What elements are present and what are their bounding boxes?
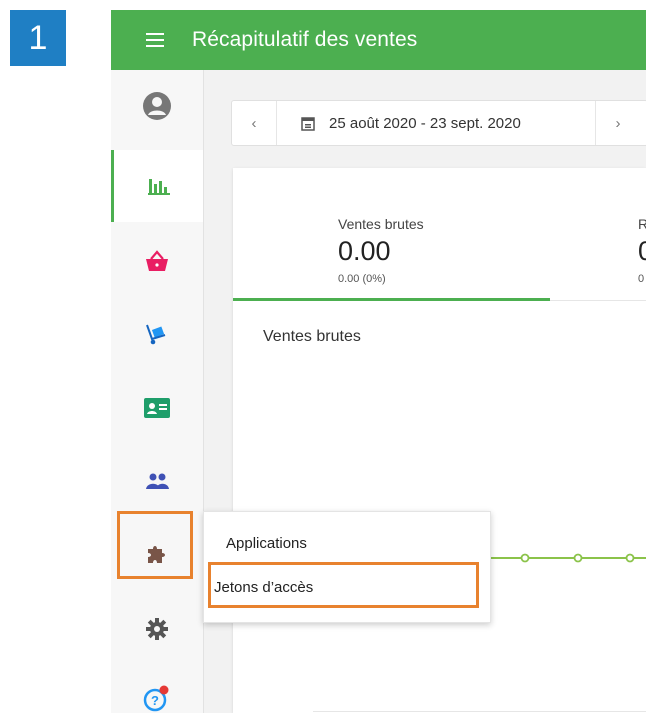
access-tokens-highlight-box: [208, 562, 479, 608]
id-card-icon: [144, 398, 170, 418]
sidebar-item-help[interactable]: ?: [111, 662, 203, 713]
gross-sales-kpi[interactable]: Ventes brutes 0.00 0.00 (0%): [338, 216, 424, 285]
sidebar-item-items[interactable]: [111, 298, 203, 370]
sidebar-item-sales[interactable]: [111, 225, 203, 297]
chart-baseline: [313, 711, 646, 712]
date-range-label: 25 août 2020 - 23 sept. 2020: [329, 114, 521, 132]
shopping-basket-icon: [146, 250, 168, 271]
second-kpi-partial[interactable]: R 0 0: [638, 216, 646, 285]
step-number-badge: 1: [10, 10, 66, 66]
kpi-change: 0.00 (0%): [338, 273, 386, 285]
hamburger-menu-icon[interactable]: [146, 31, 170, 49]
date-range-picker: ‹ 25 août 2020 - 23 sept. 2020 ›: [231, 100, 646, 146]
sales-summary-card: Ventes brutes 0.00 0.00 (0%) R 0 0 Vente…: [233, 168, 646, 713]
page-title: Récapitulatif des ventes: [192, 28, 418, 51]
gear-icon: [146, 618, 168, 640]
top-app-bar: Récapitulatif des ventes: [111, 10, 646, 70]
hand-truck-icon: [146, 324, 166, 345]
kpi2-value: 0: [638, 236, 646, 266]
people-icon: [146, 473, 169, 489]
kpi-label: Ventes brutes: [338, 216, 424, 232]
sidebar-item-account[interactable]: [111, 70, 203, 142]
sidebar-item-customers[interactable]: [111, 445, 203, 517]
puzzle-highlight-box: [117, 511, 193, 579]
sidebar-nav: ?: [111, 70, 204, 713]
chart-title: Ventes brutes: [263, 328, 361, 345]
tab-divider: [550, 300, 646, 301]
next-period-button[interactable]: ›: [596, 101, 640, 145]
svg-text:?: ?: [151, 693, 159, 708]
sidebar-item-reports[interactable]: [111, 150, 203, 222]
calendar-icon: [301, 116, 315, 131]
menu-item-applications[interactable]: Applications: [226, 535, 307, 552]
sidebar-item-employees[interactable]: [111, 372, 203, 444]
kpi2-sub: 0: [638, 273, 645, 285]
active-tab-indicator: [233, 298, 550, 301]
sidebar-item-settings[interactable]: [111, 593, 203, 665]
bar-chart-icon: [147, 179, 170, 195]
kpi2-label: R: [638, 216, 646, 232]
previous-period-button[interactable]: ‹: [232, 101, 277, 145]
date-range-button[interactable]: 25 août 2020 - 23 sept. 2020: [277, 101, 596, 145]
kpi-value: 0.00: [338, 236, 391, 266]
user-circle-icon: [143, 92, 171, 120]
help-icon: ?: [143, 685, 169, 712]
